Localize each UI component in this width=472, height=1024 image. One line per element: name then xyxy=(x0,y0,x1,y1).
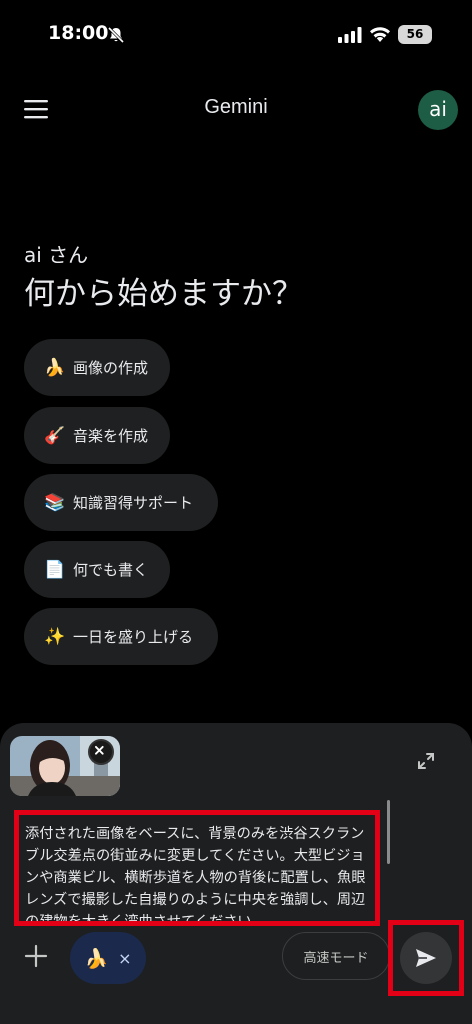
battery-indicator: 56 xyxy=(398,25,432,44)
suggestion-chip-write-anything[interactable]: 📄 何でも書く xyxy=(24,541,170,598)
banana-icon: 🍌 xyxy=(84,947,109,970)
wifi-icon xyxy=(370,27,390,42)
expand-icon[interactable] xyxy=(417,752,435,770)
cellular-signal-icon xyxy=(338,27,362,43)
suggestion-label: 知識習得サポート xyxy=(73,494,194,512)
suggestion-label: 一日を盛り上げる xyxy=(73,628,194,646)
suggestion-chip-brighten-day[interactable]: ✨ 一日を盛り上げる xyxy=(24,608,218,665)
app-title: Gemini xyxy=(204,96,268,118)
status-bar: 18:00 56 xyxy=(0,0,472,70)
greeting-question: 何から始めますか？ xyxy=(24,276,303,312)
banana-icon: 🍌 xyxy=(44,357,66,378)
bell-muted-icon xyxy=(107,26,125,44)
prompt-text: 添付された画像をベースに、背景のみを渋谷スクランブル交差点の街並みに変更してくだ… xyxy=(25,826,366,926)
document-icon: 📄 xyxy=(44,559,66,580)
suggestion-label: 音楽を作成 xyxy=(73,427,149,445)
mode-selector-button[interactable]: 高速モード xyxy=(282,932,390,980)
send-button[interactable] xyxy=(400,932,452,984)
greeting-name: ai さん xyxy=(24,243,89,267)
account-avatar[interactable]: ai xyxy=(418,90,458,130)
sparkles-icon: ✨ xyxy=(44,626,66,647)
image-tool-chip[interactable]: 🍌 × xyxy=(70,932,146,984)
suggestion-chip-create-image[interactable]: 🍌 画像の作成 xyxy=(24,339,170,396)
prompt-scrollbar[interactable] xyxy=(387,800,390,864)
suggestion-chip-learning-support[interactable]: 📚 知識習得サポート xyxy=(24,474,218,531)
guitar-icon: 🎸 xyxy=(44,425,66,446)
send-icon xyxy=(416,949,436,967)
suggestion-chip-create-music[interactable]: 🎸 音楽を作成 xyxy=(24,407,170,464)
suggestion-label: 画像の作成 xyxy=(73,359,149,377)
remove-attachment-icon[interactable] xyxy=(88,739,114,765)
prompt-input[interactable]: 添付された画像をベースに、背景のみを渋谷スクランブル交差点の街並みに変更してくだ… xyxy=(14,810,380,926)
suggestion-label: 何でも書く xyxy=(73,561,149,579)
close-icon[interactable]: × xyxy=(118,949,131,968)
books-icon: 📚 xyxy=(44,492,66,513)
status-time: 18:00 xyxy=(48,22,109,44)
add-attachment-icon[interactable] xyxy=(22,942,50,970)
